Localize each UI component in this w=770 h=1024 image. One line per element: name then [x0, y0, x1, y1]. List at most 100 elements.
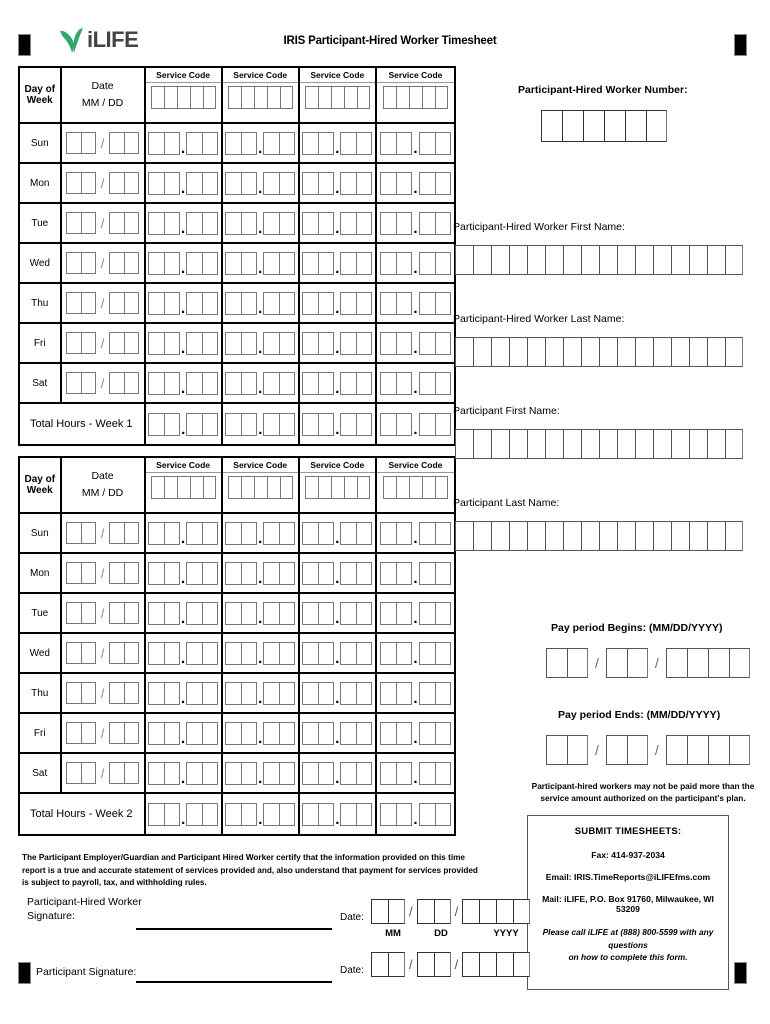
cell-group[interactable] — [109, 332, 140, 354]
input-cell[interactable] — [356, 641, 373, 665]
input-cell[interactable] — [148, 721, 165, 745]
input-cell[interactable] — [356, 131, 373, 155]
input-cell[interactable] — [302, 131, 319, 155]
cell-group[interactable] — [148, 251, 181, 275]
input-cell[interactable] — [148, 131, 165, 155]
input-cell[interactable] — [728, 735, 750, 765]
day-input[interactable] — [605, 648, 648, 678]
input-cell[interactable] — [491, 245, 509, 275]
input-cell[interactable] — [434, 521, 451, 545]
input-cell[interactable] — [124, 722, 140, 744]
cell-group[interactable] — [304, 86, 370, 109]
input-cell[interactable] — [124, 762, 140, 784]
input-cell[interactable] — [186, 331, 203, 355]
input-cell[interactable] — [396, 641, 413, 665]
hours-cell[interactable]: . — [300, 674, 377, 712]
input-cell[interactable] — [148, 802, 165, 826]
hours-cell[interactable]: . — [377, 164, 454, 202]
input-cell[interactable] — [356, 331, 373, 355]
input-cell[interactable] — [545, 429, 563, 459]
input-cell[interactable] — [380, 171, 397, 195]
input-cell[interactable] — [434, 476, 448, 499]
input-cell[interactable] — [202, 331, 219, 355]
cell-group[interactable] — [418, 721, 451, 745]
input-cell[interactable] — [266, 86, 280, 109]
input-cell[interactable] — [473, 521, 491, 551]
input-cell[interactable] — [356, 802, 373, 826]
cell-group[interactable] — [109, 522, 140, 544]
input-cell[interactable] — [109, 372, 125, 394]
input-cell[interactable] — [241, 211, 258, 235]
input-cell[interactable] — [263, 251, 280, 275]
cell-group[interactable] — [263, 521, 296, 545]
input-cell[interactable] — [396, 412, 413, 436]
input-cell[interactable] — [617, 521, 635, 551]
input-cell[interactable] — [164, 721, 181, 745]
input-cell[interactable] — [340, 331, 357, 355]
cell-group[interactable] — [225, 802, 258, 826]
input-cell[interactable] — [434, 291, 451, 315]
input-cell[interactable] — [707, 648, 729, 678]
input-cell[interactable] — [65, 722, 81, 744]
input-cell[interactable] — [148, 211, 165, 235]
input-cell[interactable] — [225, 761, 242, 785]
input-cell[interactable] — [124, 682, 140, 704]
input-cell[interactable] — [356, 521, 373, 545]
total-hours-cell[interactable]: . — [146, 404, 223, 444]
input-cell[interactable] — [65, 642, 81, 664]
cell-group[interactable] — [65, 212, 96, 234]
input-cell[interactable] — [109, 172, 125, 194]
input-cell[interactable] — [80, 372, 96, 394]
input-cell[interactable] — [202, 802, 219, 826]
date-cell[interactable]: / — [62, 754, 146, 792]
cell-group[interactable] — [380, 681, 413, 705]
cell-group[interactable] — [418, 412, 451, 436]
input-cell[interactable] — [186, 211, 203, 235]
cell-group[interactable] — [418, 171, 451, 195]
input-cell[interactable] — [653, 429, 671, 459]
input-cell[interactable] — [626, 735, 648, 765]
hours-cell[interactable]: . — [223, 714, 300, 752]
input-cell[interactable] — [707, 735, 729, 765]
input-cell[interactable] — [479, 952, 497, 977]
hours-cell[interactable]: . — [377, 674, 454, 712]
hours-cell[interactable]: . — [146, 714, 223, 752]
input-cell[interactable] — [189, 476, 203, 499]
cell-group[interactable] — [380, 171, 413, 195]
hours-cell[interactable]: . — [223, 674, 300, 712]
input-cell[interactable] — [509, 245, 527, 275]
input-cell[interactable] — [279, 211, 296, 235]
input-cell[interactable] — [491, 429, 509, 459]
input-cell[interactable] — [65, 132, 81, 154]
cell-group[interactable] — [225, 601, 258, 625]
input-cell[interactable] — [279, 641, 296, 665]
input-cell[interactable] — [225, 171, 242, 195]
input-cell[interactable] — [408, 86, 422, 109]
input-cell[interactable] — [302, 641, 319, 665]
cell-group[interactable] — [186, 761, 219, 785]
input-cell[interactable] — [455, 429, 473, 459]
input-cell[interactable] — [625, 110, 646, 142]
input-cell[interactable] — [148, 641, 165, 665]
input-cell[interactable] — [491, 521, 509, 551]
input-cell[interactable] — [176, 86, 190, 109]
input-cell[interactable] — [418, 211, 435, 235]
input-cell[interactable] — [225, 412, 242, 436]
input-cell[interactable] — [617, 429, 635, 459]
input-cell[interactable] — [302, 251, 319, 275]
cell-group[interactable] — [148, 681, 181, 705]
cell-group[interactable] — [302, 131, 335, 155]
input-cell[interactable] — [418, 802, 435, 826]
cell-group[interactable] — [302, 601, 335, 625]
cell-group[interactable] — [148, 721, 181, 745]
input-cell[interactable] — [395, 476, 409, 499]
cell-group[interactable] — [65, 762, 96, 784]
input-cell[interactable] — [318, 681, 335, 705]
cell-group[interactable] — [227, 476, 293, 499]
cell-group[interactable] — [380, 721, 413, 745]
input-cell[interactable] — [263, 561, 280, 585]
date-cell[interactable]: / — [62, 164, 146, 202]
input-cell[interactable] — [707, 245, 725, 275]
input-cell[interactable] — [302, 561, 319, 585]
input-cell[interactable] — [266, 476, 280, 499]
